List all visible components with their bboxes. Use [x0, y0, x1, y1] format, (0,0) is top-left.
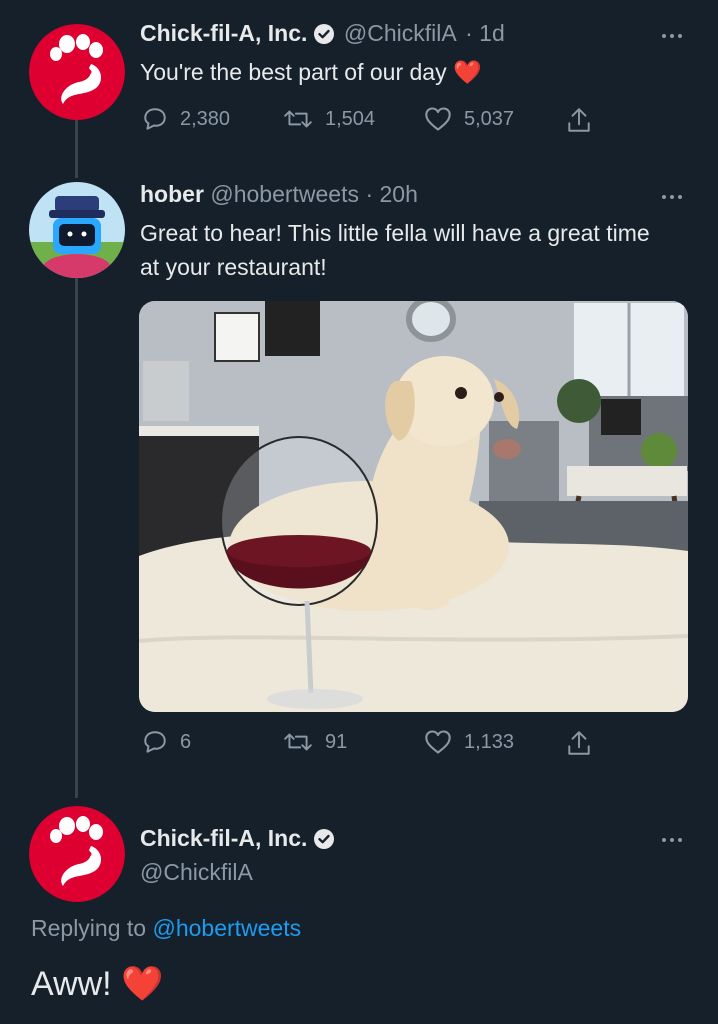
hober-avatar-icon: [29, 182, 125, 278]
reply-icon: [144, 731, 166, 753]
tweet2-time[interactable]: · 20h: [365, 181, 417, 207]
thread-line-1: [75, 118, 78, 178]
tweet2-media-image[interactable]: [139, 301, 688, 712]
chickfila-logo-icon: [29, 24, 125, 120]
share-icon: [568, 108, 590, 132]
tweet1-reply-button[interactable]: 2,380: [142, 106, 230, 132]
avatar-chickfila[interactable]: [29, 24, 125, 120]
tweet3-text: Aww!: [31, 965, 112, 1003]
retweet-icon: [284, 110, 312, 128]
heart-emoji: ❤️: [452, 59, 482, 85]
tweet1-like-button[interactable]: 5,037: [424, 106, 514, 132]
tweet1-handle[interactable]: @ChickfilA: [344, 20, 457, 46]
tweet1-retweet-count: 1,504: [325, 107, 376, 130]
share-icon: [568, 731, 590, 755]
tweet2-text: Great to hear! This little fella will ha…: [140, 220, 650, 280]
avatar-hober[interactable]: [29, 182, 125, 278]
verified-badge-icon: [314, 829, 335, 849]
tweet2-retweet-count: 91: [325, 730, 348, 753]
replying-to-link[interactable]: @hobertweets: [152, 915, 301, 941]
tweet2-retweet-button[interactable]: 91: [283, 729, 347, 755]
tweet2-reply-button[interactable]: 6: [142, 729, 191, 755]
tweet1-time[interactable]: · 1d: [465, 20, 505, 46]
thread-line-2: [75, 278, 78, 798]
heart-emoji: ❤️: [121, 965, 164, 1003]
tweet2-like-button[interactable]: 1,133: [424, 729, 514, 755]
tweet3-more-icon[interactable]: [652, 830, 692, 850]
tweet3-handle[interactable]: @ChickfilA: [140, 859, 253, 886]
chickfila-logo-icon: [29, 806, 125, 902]
tweet1-more-icon[interactable]: [652, 26, 692, 46]
tweet2-author-name[interactable]: hober: [140, 181, 204, 207]
tweet1-reply-count: 2,380: [180, 107, 231, 130]
tweet2-like-count: 1,133: [464, 730, 515, 753]
tweet3-author-name[interactable]: Chick-fil-A, Inc.: [140, 825, 307, 851]
tweet2-reply-count: 6: [180, 730, 192, 753]
like-icon: [425, 107, 451, 131]
reply-icon: [144, 108, 166, 130]
tweet1-share-button[interactable]: [566, 106, 604, 134]
tweet1-like-count: 5,037: [464, 107, 515, 130]
avatar-chickfila-reply[interactable]: [29, 806, 125, 902]
tweet2-more-icon[interactable]: [652, 187, 692, 207]
tweet1-author-name[interactable]: Chick-fil-A, Inc.: [140, 20, 307, 46]
tweet1-retweet-button[interactable]: 1,504: [283, 106, 375, 132]
verified-badge-icon: [314, 24, 335, 44]
tweet2-share-button[interactable]: [566, 729, 604, 757]
tweet2-handle[interactable]: @hobertweets: [210, 181, 359, 207]
replying-to-label: Replying to: [31, 915, 147, 941]
like-icon: [425, 730, 451, 754]
retweet-icon: [284, 733, 312, 751]
tweet1-text: You're the best part of our day: [140, 59, 447, 85]
